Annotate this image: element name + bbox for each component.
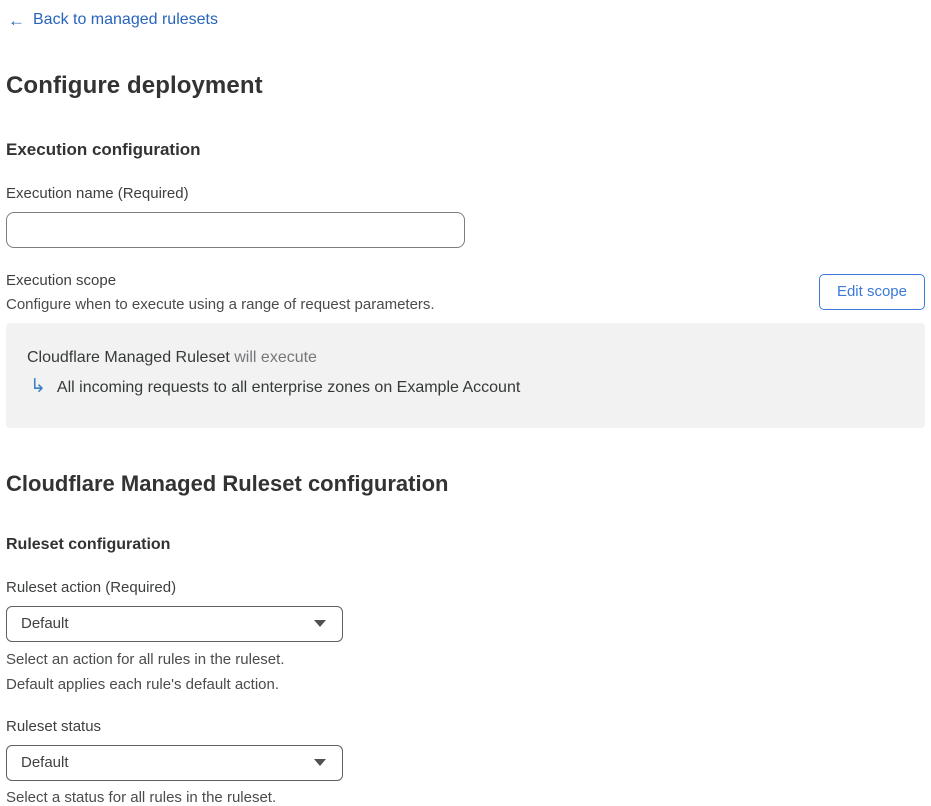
back-arrow-icon: ← (8, 10, 25, 30)
scope-target-text: All incoming requests to all enterprise … (56, 379, 521, 396)
scope-ruleset-name: Cloudflare Managed Ruleset (27, 348, 230, 366)
scope-summary-line: Cloudflare Managed Ruleset will execute (27, 349, 905, 367)
chevron-down-icon (314, 620, 326, 627)
ruleset-status-selected-value: Default (21, 754, 69, 771)
scope-target-line: ↳ All incoming requests to all enterpris… (30, 375, 905, 398)
execution-scope-summary-box: Cloudflare Managed Ruleset will execute … (6, 322, 925, 428)
back-link-label: Back to managed rulesets (33, 11, 218, 28)
chevron-down-icon (314, 759, 326, 766)
ruleset-status-label: Ruleset status (6, 717, 102, 735)
execution-scope-text: Execution scope Configure when to execut… (6, 272, 435, 313)
ruleset-action-help-2: Default applies each rule's default acti… (6, 675, 280, 693)
execution-scope-row: Execution scope Configure when to execut… (6, 272, 925, 313)
ruleset-action-select[interactable]: Default (6, 605, 343, 642)
ruleset-configuration-section-heading: Cloudflare Managed Ruleset configuration (6, 470, 449, 496)
ruleset-action-help-1: Select an action for all rules in the ru… (6, 650, 285, 668)
execution-configuration-heading: Execution configuration (6, 139, 201, 159)
ruleset-status-help: Select a status for all rules in the rul… (6, 788, 277, 806)
ruleset-action-label: Ruleset action (Required) (6, 578, 177, 596)
ruleset-configuration-subheading: Ruleset configuration (6, 535, 171, 553)
configure-deployment-page: ← Back to managed rulesets Configure dep… (0, 0, 931, 806)
back-to-managed-rulesets-link[interactable]: ← Back to managed rulesets (8, 11, 218, 29)
execution-name-input[interactable] (6, 211, 465, 248)
execution-scope-label: Execution scope (6, 271, 117, 289)
execution-scope-description: Configure when to execute using a range … (6, 295, 435, 313)
page-title: Configure deployment (6, 71, 263, 99)
ruleset-action-selected-value: Default (21, 615, 69, 632)
execution-name-label: Execution name (Required) (6, 184, 189, 202)
ruleset-status-select[interactable]: Default (6, 744, 343, 781)
scope-will-execute-text: will execute (234, 348, 317, 366)
edit-scope-button[interactable]: Edit scope (818, 274, 925, 310)
hook-arrow-icon: ↳ (30, 375, 46, 397)
